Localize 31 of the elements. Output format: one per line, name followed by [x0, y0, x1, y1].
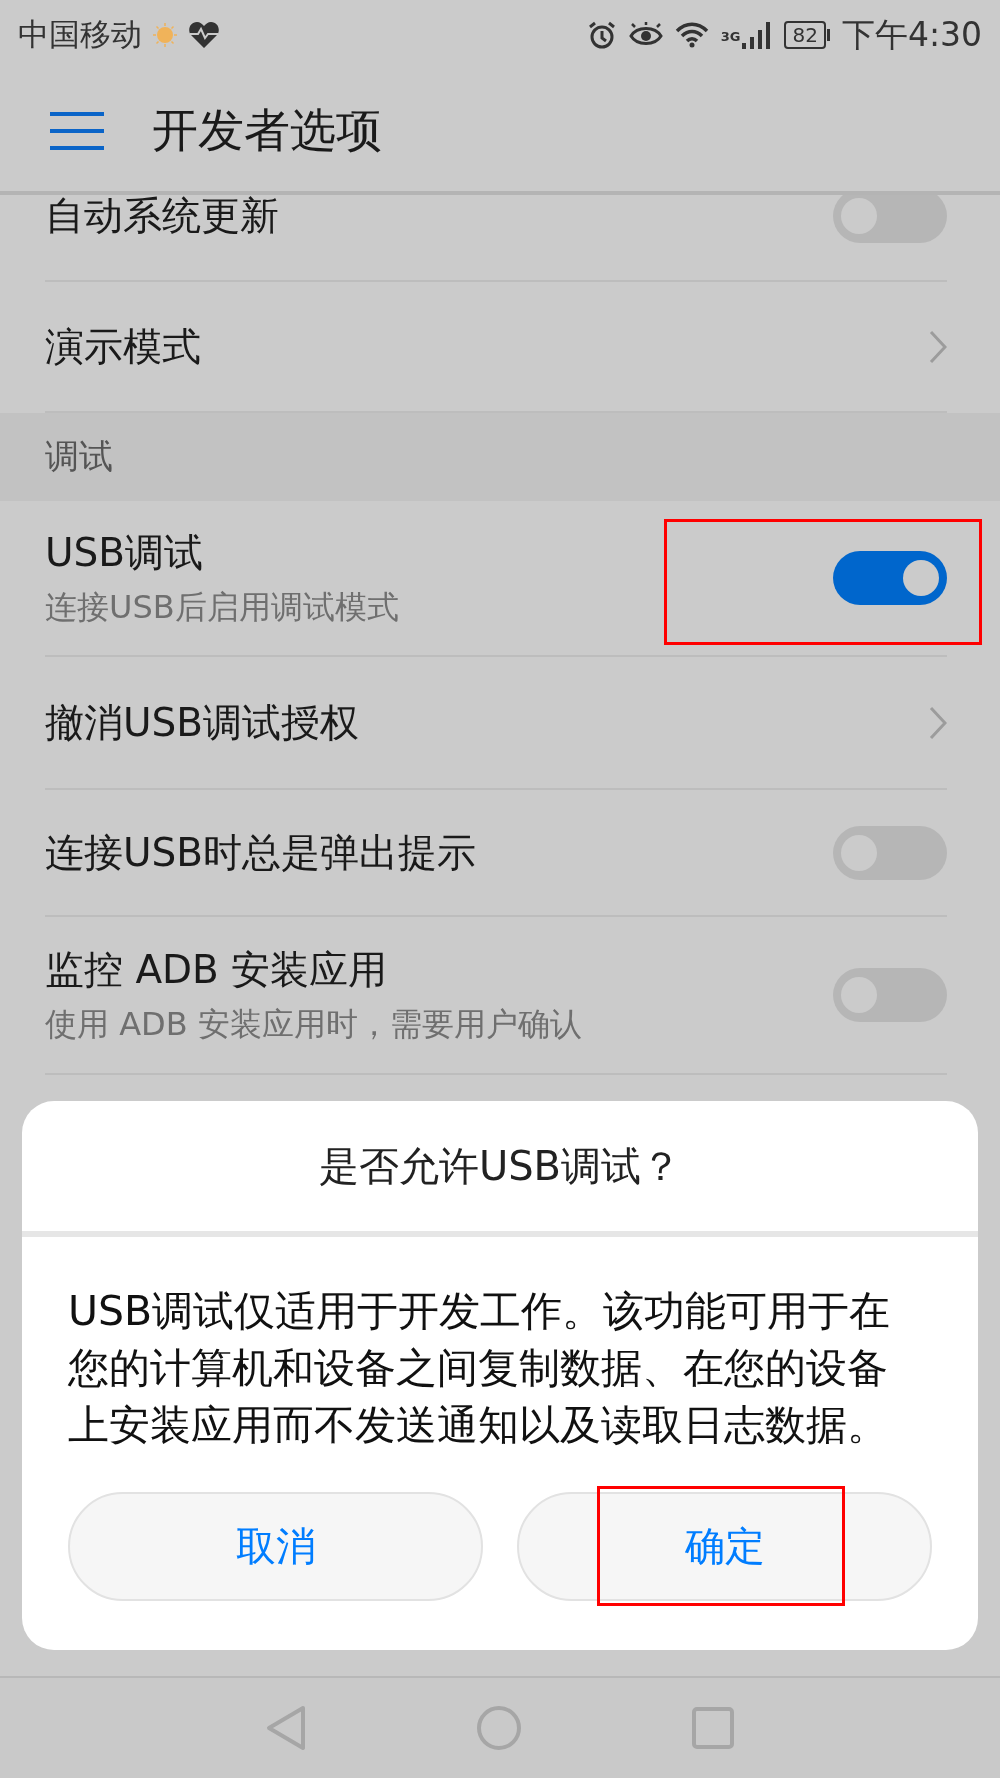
setting-title: 连接USB时总是弹出提示 [45, 828, 478, 877]
eye-icon [628, 22, 663, 48]
recents-icon[interactable] [692, 1707, 734, 1749]
setting-title: 自动系统更新 [45, 195, 280, 240]
setting-title: 监控 ADB 安装应用 [45, 946, 389, 994]
setting-title: 撤消USB调试授权 [45, 698, 361, 747]
home-icon[interactable] [476, 1705, 522, 1751]
setting-description: 连接USB后启用调试模式 [45, 587, 400, 628]
clock-time: 下午4:30 [841, 13, 982, 56]
dialog-button[interactable]: 取消 [68, 1492, 483, 1601]
menu-icon[interactable] [50, 111, 104, 150]
network-type: 3G [720, 28, 741, 44]
dialog-message: USB调试仅适用于开发工作。该功能可用于在您的计算机和设备之间复制数据、在您的设备上安装应用而不发送通知以及读取日志数据。 [68, 1286, 892, 1451]
chevron-right-icon [929, 329, 947, 364]
alarm-icon [586, 20, 617, 50]
setting-title: USB调试 [45, 529, 205, 577]
section-header: 调试 [0, 413, 1000, 501]
dialog-button[interactable]: 确定 [517, 1492, 932, 1601]
setting-description: 使用 ADB 安装应用时，需要用户确认 [45, 1004, 583, 1045]
battery-level: 82 [784, 21, 826, 49]
setting-title: 演示模式 [45, 322, 202, 371]
dialog-title: 是否允许USB调试？ [22, 1101, 978, 1237]
sun-icon [152, 22, 178, 48]
back-icon[interactable] [266, 1705, 306, 1751]
chevron-right-icon [929, 705, 947, 740]
signal-icon [742, 21, 773, 49]
heart-pulse-icon [188, 21, 220, 49]
toggle-switch[interactable] [833, 551, 947, 605]
page-title: 开发者选项 [152, 101, 382, 159]
carrier-name: 中国移动 [18, 15, 142, 54]
wifi-icon [674, 22, 709, 48]
